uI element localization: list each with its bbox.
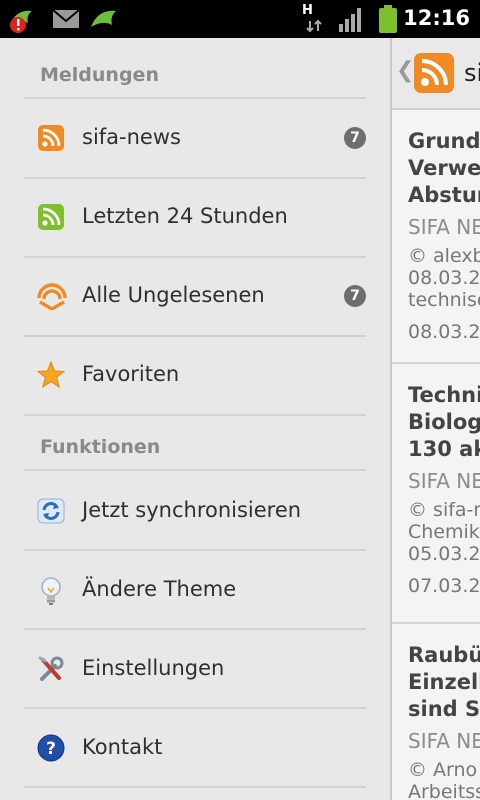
article-date: 08.03.20 [408, 321, 480, 343]
divider [24, 414, 366, 416]
menu-item-label: Ändere Theme [82, 577, 237, 601]
divider [24, 469, 366, 471]
article-title-line: Grund [408, 129, 480, 153]
section-header-funktionen: Funktionen [40, 436, 161, 458]
article-item[interactable]: Grund Verwe Abstur SIFA NE © alexb 08.03… [408, 128, 480, 343]
status-bar: H 12:16 [0, 0, 480, 38]
menu-item-label: Einstellungen [82, 656, 225, 680]
article-snippet-line: © sifa-n [408, 499, 480, 521]
unread-count-badge: 7 [344, 285, 366, 307]
article-title-line: Techni [408, 383, 480, 407]
article-snippet-line: © alexb [408, 245, 480, 267]
signal-icon [338, 8, 364, 36]
lightbulb-icon [37, 576, 65, 605]
rss-icon [414, 53, 454, 93]
article-title-line: 130 ak [408, 437, 480, 461]
article-divider [392, 622, 480, 624]
menu-item-label: Alle Ungelesenen [82, 283, 265, 307]
app-alert-icon [6, 5, 42, 39]
svg-text:?: ? [46, 739, 56, 759]
menu-item-label: Kontakt [82, 735, 163, 759]
menu-item-letzten-24-stunden[interactable]: Letzten 24 Stunden [0, 178, 390, 256]
feed-title: si [464, 59, 480, 87]
sync-icon [37, 497, 65, 525]
article-date: 07.03.20 [408, 575, 480, 597]
menu-item-label: sifa-news [82, 125, 181, 149]
help-icon: ? [37, 734, 65, 762]
unread-feed-icon [37, 282, 67, 311]
menu-item-favoriten[interactable]: Favoriten [0, 336, 390, 414]
rss-green-icon [37, 203, 65, 231]
article-snippet-line: technisc [408, 289, 480, 311]
battery-icon [378, 5, 398, 37]
menu-item-jetzt-synchronisieren[interactable]: Jetzt synchronisieren [0, 472, 390, 550]
navigation-drawer: Meldungen sifa-news 7 Letzten 24 Stunden [0, 38, 390, 800]
menu-item-label: Letzten 24 Stunden [82, 204, 288, 228]
app-icon [88, 5, 124, 39]
article-snippet-line: Arbeitss [408, 781, 480, 800]
feed-content-pane[interactable]: ❮ si Grund Verwe Abstur SIFA NE © alexb … [390, 38, 480, 800]
article-item[interactable]: Raubü Einzell sind Si SIFA NE © Arno Arb… [408, 642, 480, 800]
menu-item-sifa-news[interactable]: sifa-news 7 [0, 99, 390, 177]
article-title-line: Biologi [408, 410, 480, 434]
menu-item-label: Favoriten [82, 362, 180, 386]
back-chevron-icon[interactable]: ❮ [396, 58, 414, 83]
star-icon [36, 360, 66, 389]
menu-item-aendere-theme[interactable]: Ändere Theme [0, 551, 390, 629]
section-header-meldungen: Meldungen [40, 64, 159, 86]
article-divider [392, 362, 480, 364]
rss-icon [37, 124, 65, 152]
article-snippet-line: Chemika [408, 521, 480, 543]
menu-item-label: Jetzt synchronisieren [82, 498, 302, 522]
article-source: SIFA NE [408, 469, 480, 493]
unread-count-badge: 7 [344, 127, 366, 149]
article-snippet-line: © Arno [408, 759, 478, 781]
divider [24, 786, 366, 788]
article-title-line: Abstur [408, 183, 480, 207]
menu-item-einstellungen[interactable]: Einstellungen [0, 630, 390, 708]
article-item[interactable]: Techni Biologi 130 ak SIFA NE © sifa-n C… [408, 382, 480, 597]
mail-icon [52, 9, 80, 33]
article-title-line: sind Si [408, 697, 480, 721]
tools-icon [37, 655, 65, 683]
feed-header[interactable]: ❮ si [392, 38, 480, 110]
clock: 12:16 [403, 6, 470, 30]
article-title-line: Verwe [408, 156, 480, 180]
article-source: SIFA NE [408, 215, 480, 239]
article-snippet-line: 05.03.2 [408, 543, 480, 565]
article-title-line: Einzell [408, 670, 480, 694]
article-snippet-line: 08.03.2 [408, 267, 480, 289]
menu-item-kontakt[interactable]: ? Kontakt [0, 709, 390, 787]
article-source: SIFA NE [408, 729, 480, 753]
menu-item-alle-ungelesenen[interactable]: Alle Ungelesenen 7 [0, 257, 390, 335]
article-title-line: Raubü [408, 643, 480, 667]
